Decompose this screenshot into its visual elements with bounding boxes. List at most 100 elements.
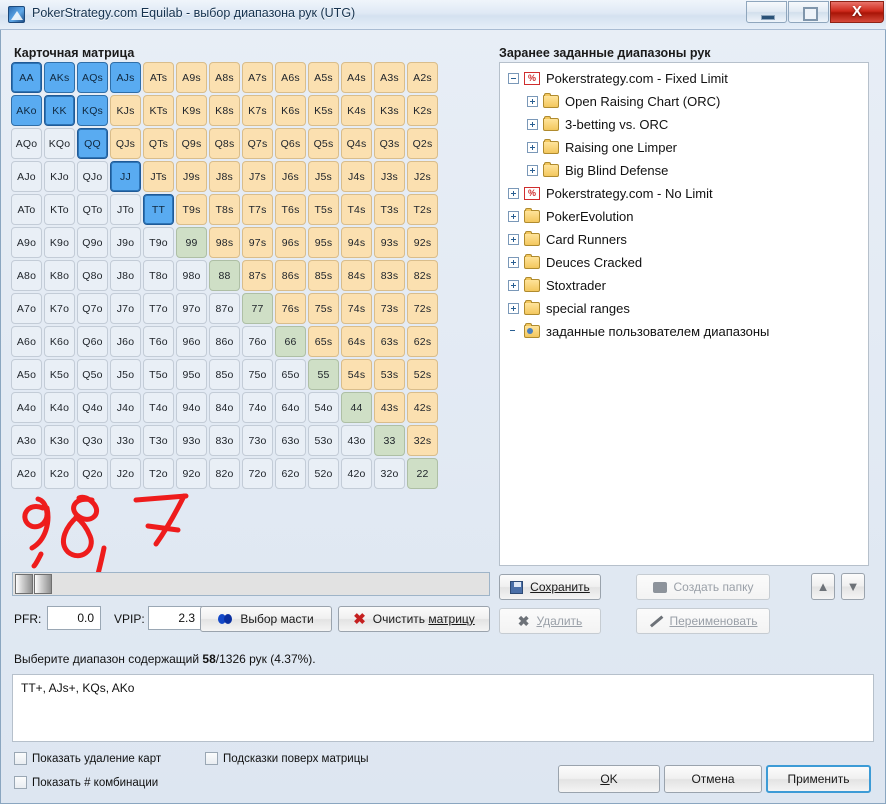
matrix-cell-KTo[interactable]: KTo [44,194,75,225]
matrix-cell-A9o[interactable]: A9o [11,227,42,258]
expand-plus-icon[interactable] [527,96,538,107]
matrix-cell-97o[interactable]: 97o [176,293,207,324]
matrix-cell-86s[interactable]: 86s [275,260,306,291]
matrix-cell-AKo[interactable]: AKo [11,95,42,126]
matrix-cell-T3s[interactable]: T3s [374,194,405,225]
matrix-cell-J7s[interactable]: J7s [242,161,273,192]
matrix-cell-KJs[interactable]: KJs [110,95,141,126]
matrix-cell-T2s[interactable]: T2s [407,194,438,225]
preset-ranges-tree[interactable]: % Pokerstrategy.com - Fixed Limit Open Rai… [499,62,869,566]
matrix-cell-AQo[interactable]: AQo [11,128,42,159]
matrix-cell-T5o[interactable]: T5o [143,359,174,390]
expand-plus-icon[interactable] [508,234,519,245]
matrix-cell-Q7s[interactable]: Q7s [242,128,273,159]
matrix-cell-AJs[interactable]: AJs [110,62,141,93]
expand-plus-icon[interactable] [508,303,519,314]
matrix-cell-A4s[interactable]: A4s [341,62,372,93]
matrix-cell-A9s[interactable]: A9s [176,62,207,93]
matrix-cell-44[interactable]: 44 [341,392,372,423]
matrix-cell-Q8o[interactable]: Q8o [77,260,108,291]
matrix-cell-94o[interactable]: 94o [176,392,207,423]
matrix-cell-T6s[interactable]: T6s [275,194,306,225]
matrix-cell-Q2o[interactable]: Q2o [77,458,108,489]
cancel-button[interactable]: Отмена [664,765,762,793]
matrix-cell-T5s[interactable]: T5s [308,194,339,225]
suit-selection-button[interactable]: Выбор масти [200,606,332,632]
matrix-cell-K3o[interactable]: K3o [44,425,75,456]
matrix-cell-T8s[interactable]: T8s [209,194,240,225]
matrix-cell-K5s[interactable]: K5s [308,95,339,126]
pfr-input[interactable]: 0.0 [47,606,101,630]
matrix-cell-A3o[interactable]: A3o [11,425,42,456]
matrix-cell-92o[interactable]: 92o [176,458,207,489]
matrix-cell-96s[interactable]: 96s [275,227,306,258]
matrix-cell-66[interactable]: 66 [275,326,306,357]
matrix-cell-J7o[interactable]: J7o [110,293,141,324]
matrix-cell-J5o[interactable]: J5o [110,359,141,390]
matrix-cell-J2o[interactable]: J2o [110,458,141,489]
matrix-cell-A3s[interactable]: A3s [374,62,405,93]
matrix-cell-QTo[interactable]: QTo [77,194,108,225]
matrix-cell-J8o[interactable]: J8o [110,260,141,291]
checkbox-combos[interactable]: Показать # комбинации [14,776,158,789]
matrix-cell-K2s[interactable]: K2s [407,95,438,126]
matrix-cell-Q9o[interactable]: Q9o [77,227,108,258]
matrix-cell-K6s[interactable]: K6s [275,95,306,126]
expand-plus-icon[interactable] [508,211,519,222]
tree-item-11[interactable]: заданные пользователем диапазоны [500,320,868,343]
matrix-cell-T9s[interactable]: T9s [176,194,207,225]
matrix-cell-72o[interactable]: 72o [242,458,273,489]
matrix-cell-82o[interactable]: 82o [209,458,240,489]
matrix-cell-T7s[interactable]: T7s [242,194,273,225]
expand-plus-icon[interactable] [508,280,519,291]
maximize-button[interactable] [788,1,829,23]
expand-plus-icon[interactable] [508,188,519,199]
matrix-cell-Q7o[interactable]: Q7o [77,293,108,324]
matrix-cell-Q4o[interactable]: Q4o [77,392,108,423]
matrix-cell-54o[interactable]: 54o [308,392,339,423]
matrix-cell-32o[interactable]: 32o [374,458,405,489]
matrix-cell-75s[interactable]: 75s [308,293,339,324]
matrix-cell-QJs[interactable]: QJs [110,128,141,159]
matrix-cell-94s[interactable]: 94s [341,227,372,258]
matrix-cell-73o[interactable]: 73o [242,425,273,456]
matrix-cell-52o[interactable]: 52o [308,458,339,489]
matrix-cell-52s[interactable]: 52s [407,359,438,390]
delete-button[interactable]: ✖ Удалить [499,608,601,634]
matrix-cell-74s[interactable]: 74s [341,293,372,324]
matrix-cell-85o[interactable]: 85o [209,359,240,390]
matrix-cell-87o[interactable]: 87o [209,293,240,324]
matrix-cell-63s[interactable]: 63s [374,326,405,357]
matrix-cell-75o[interactable]: 75o [242,359,273,390]
card-matrix[interactable]: AA AKs AQs AJs ATs A9s A8s A7s A6s A5s A4s A3s A2s AK… [11,62,439,490]
matrix-cell-J5s[interactable]: J5s [308,161,339,192]
matrix-cell-A7o[interactable]: A7o [11,293,42,324]
matrix-cell-TT[interactable]: TT [143,194,174,225]
matrix-cell-82s[interactable]: 82s [407,260,438,291]
matrix-cell-55[interactable]: 55 [308,359,339,390]
matrix-cell-95o[interactable]: 95o [176,359,207,390]
matrix-cell-95s[interactable]: 95s [308,227,339,258]
matrix-cell-T9o[interactable]: T9o [143,227,174,258]
matrix-cell-73s[interactable]: 73s [374,293,405,324]
matrix-cell-K5o[interactable]: K5o [44,359,75,390]
matrix-cell-JTo[interactable]: JTo [110,194,141,225]
matrix-cell-K4o[interactable]: K4o [44,392,75,423]
matrix-cell-T8o[interactable]: T8o [143,260,174,291]
matrix-cell-J4s[interactable]: J4s [341,161,372,192]
matrix-cell-77[interactable]: 77 [242,293,273,324]
matrix-cell-Q3s[interactable]: Q3s [374,128,405,159]
matrix-cell-K9s[interactable]: K9s [176,95,207,126]
minimize-button[interactable] [746,1,787,23]
matrix-cell-JJ[interactable]: JJ [110,161,141,192]
expand-plus-icon[interactable] [527,165,538,176]
matrix-cell-A5s[interactable]: A5s [308,62,339,93]
matrix-cell-AKs[interactable]: AKs [44,62,75,93]
matrix-cell-42o[interactable]: 42o [341,458,372,489]
matrix-cell-AA[interactable]: AA [11,62,42,93]
matrix-cell-Q5o[interactable]: Q5o [77,359,108,390]
move-up-button[interactable]: ▲ [811,573,835,600]
save-button[interactable]: Сохранить [499,574,601,600]
tree-item-10[interactable]: special ranges [500,297,868,320]
matrix-cell-A6s[interactable]: A6s [275,62,306,93]
